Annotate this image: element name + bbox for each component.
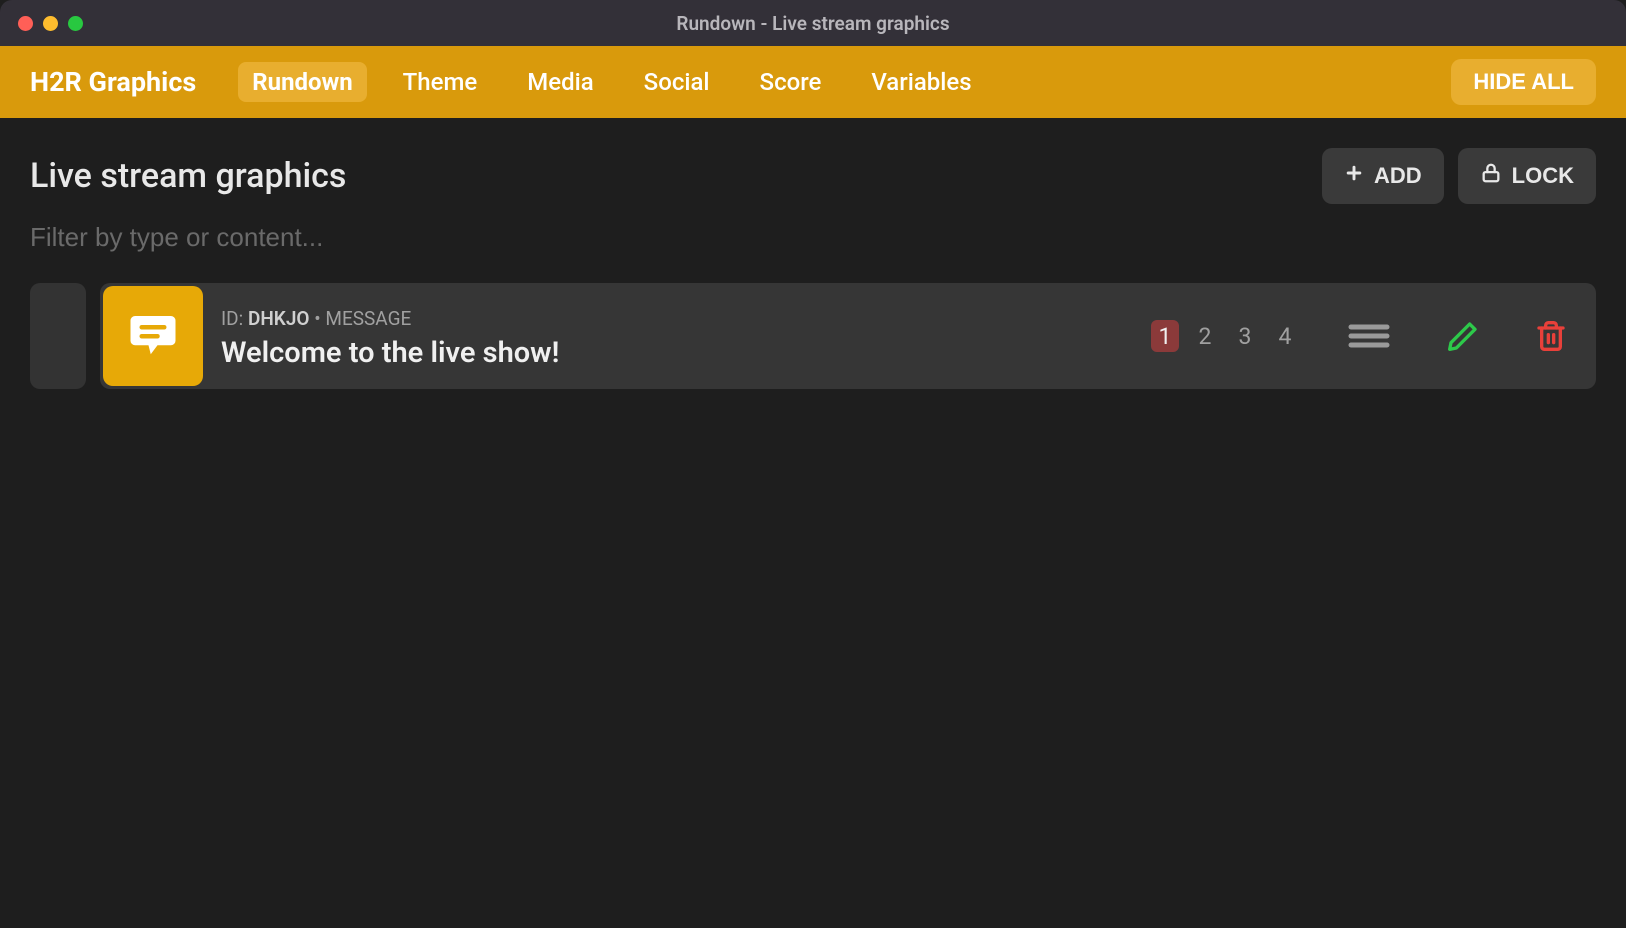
lock-button[interactable]: LOCK xyxy=(1458,148,1596,204)
lock-icon xyxy=(1480,162,1502,190)
filter-input[interactable] xyxy=(30,222,1596,253)
traffic-lights xyxy=(0,16,83,31)
close-window-button[interactable] xyxy=(18,16,33,31)
reorder-handle[interactable] xyxy=(1347,322,1391,350)
item-id-row: ID: DHKJO • MESSAGE xyxy=(221,307,1133,330)
output-1-button[interactable]: 1 xyxy=(1151,320,1179,352)
tab-media[interactable]: Media xyxy=(513,62,607,102)
item-type-icon-wrapper xyxy=(103,286,203,386)
tab-score[interactable]: Score xyxy=(746,62,836,102)
delete-button[interactable] xyxy=(1535,320,1567,352)
item-id: DHKJO xyxy=(248,307,310,330)
drag-handle-column[interactable] xyxy=(30,283,86,389)
hide-all-button[interactable]: HIDE ALL xyxy=(1451,59,1596,105)
minimize-window-button[interactable] xyxy=(43,16,58,31)
titlebar: Rundown - Live stream graphics xyxy=(0,0,1626,46)
window-title: Rundown - Live stream graphics xyxy=(676,12,949,35)
maximize-window-button[interactable] xyxy=(68,16,83,31)
output-2-button[interactable]: 2 xyxy=(1191,320,1219,352)
plus-icon xyxy=(1344,163,1364,189)
item-meta: ID: DHKJO • MESSAGE Welcome to the live … xyxy=(221,303,1133,370)
nav-tabs: Rundown Theme Media Social Score Variabl… xyxy=(238,62,1451,102)
message-icon xyxy=(126,307,180,365)
rundown-row: ID: DHKJO • MESSAGE Welcome to the live … xyxy=(30,283,1596,389)
item-type: MESSAGE xyxy=(325,307,411,330)
output-buttons: 1 2 3 4 xyxy=(1151,320,1299,352)
tab-theme[interactable]: Theme xyxy=(389,62,492,102)
tab-social[interactable]: Social xyxy=(630,62,724,102)
brand-logo: H2R Graphics xyxy=(30,66,196,98)
add-button-label: ADD xyxy=(1374,163,1422,189)
item-actions xyxy=(1347,320,1567,352)
header-actions: ADD LOCK xyxy=(1322,148,1596,204)
item-separator: • xyxy=(310,307,326,330)
navbar: H2R Graphics Rundown Theme Media Social … xyxy=(0,46,1626,118)
content: Live stream graphics ADD L xyxy=(0,118,1626,419)
lock-button-label: LOCK xyxy=(1512,163,1574,189)
item-id-prefix: ID: xyxy=(221,307,248,330)
output-3-button[interactable]: 3 xyxy=(1231,320,1259,352)
output-4-button[interactable]: 4 xyxy=(1271,320,1299,352)
content-header: Live stream graphics ADD L xyxy=(30,148,1596,204)
rundown-item: ID: DHKJO • MESSAGE Welcome to the live … xyxy=(100,283,1596,389)
item-title: Welcome to the live show! xyxy=(221,336,1133,370)
add-button[interactable]: ADD xyxy=(1322,148,1444,204)
tab-rundown[interactable]: Rundown xyxy=(238,62,366,102)
edit-button[interactable] xyxy=(1447,320,1479,352)
tab-variables[interactable]: Variables xyxy=(857,62,985,102)
page-title: Live stream graphics xyxy=(30,156,1322,196)
